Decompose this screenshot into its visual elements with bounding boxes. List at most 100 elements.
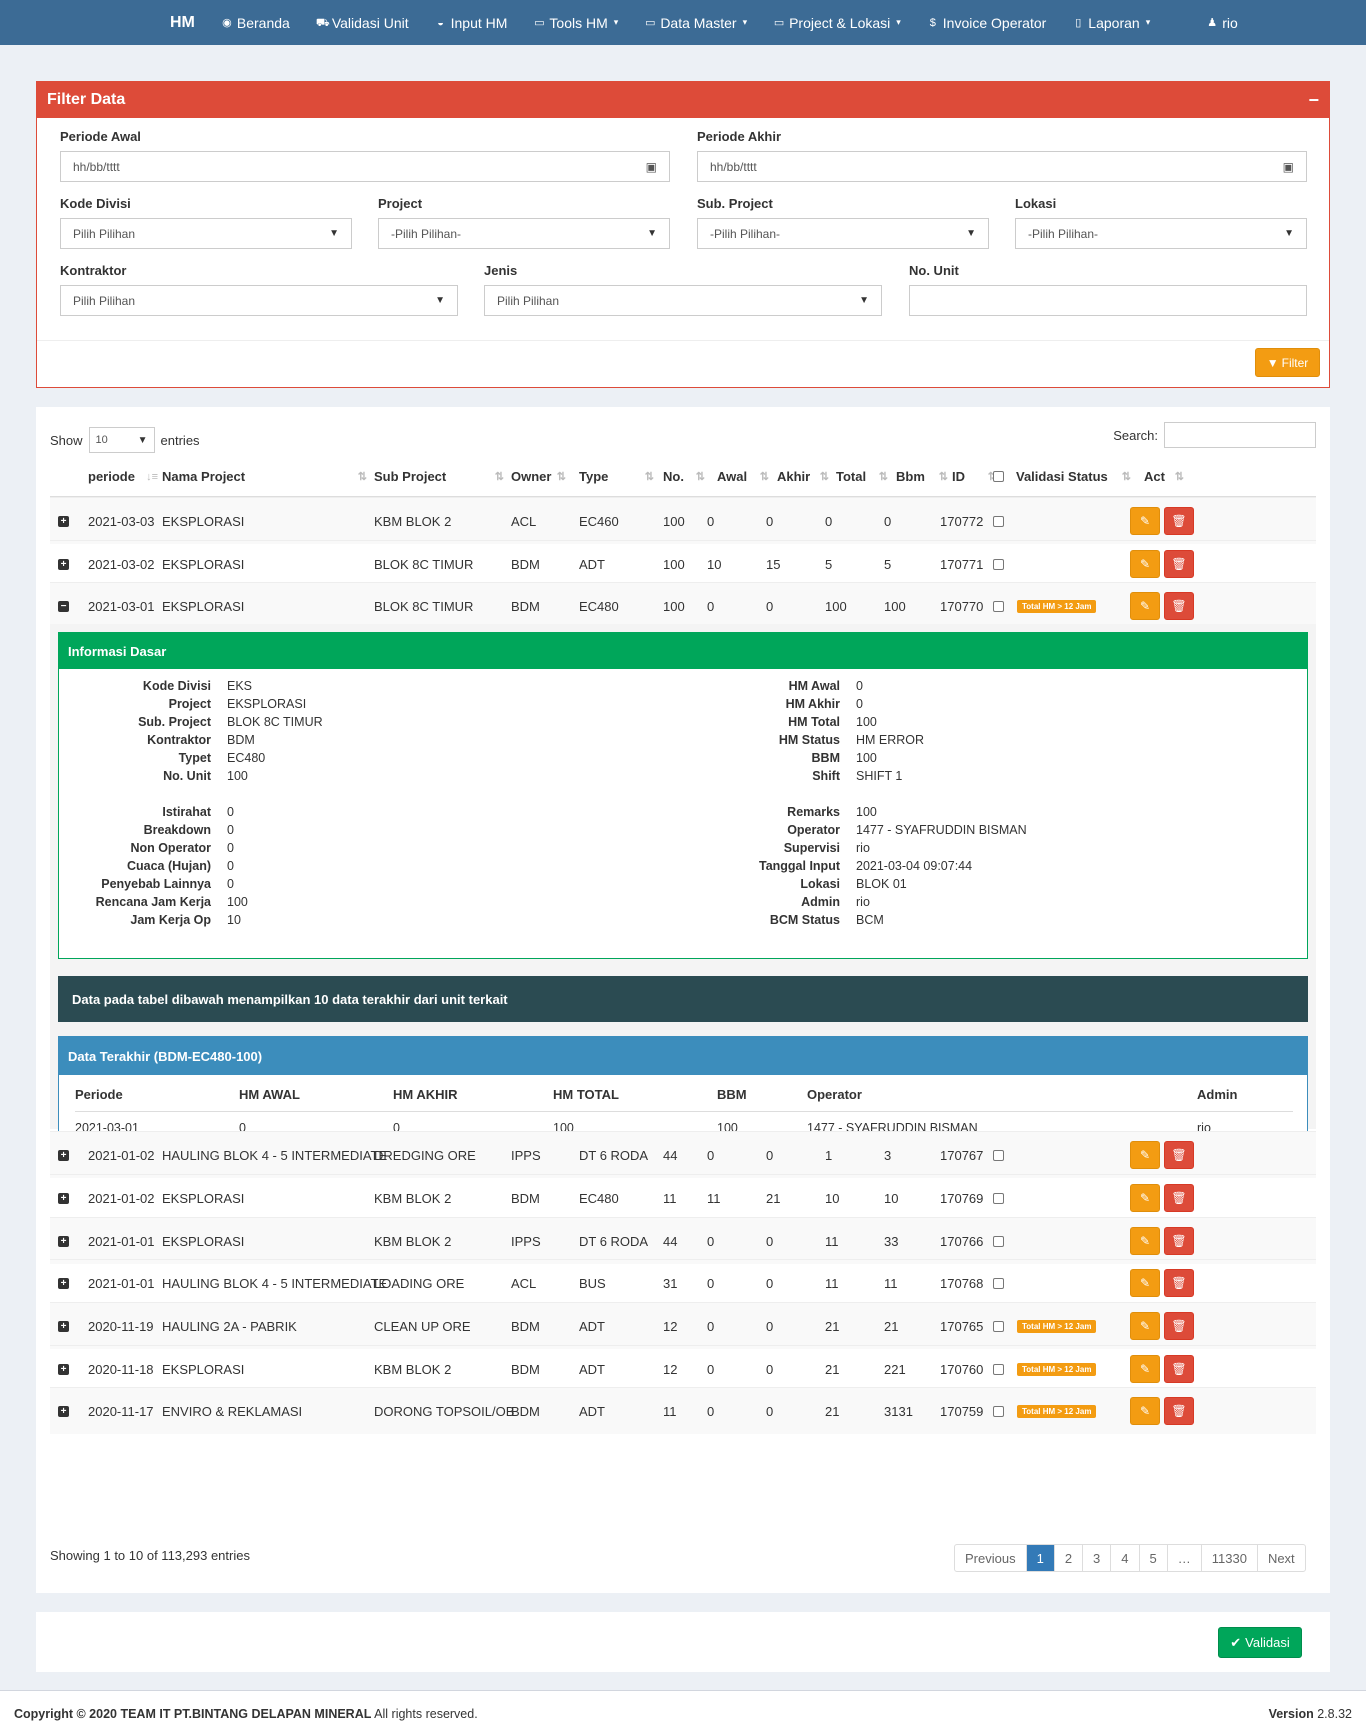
row-checkbox[interactable] [993, 1346, 1004, 1392]
table-row[interactable]: +2021-03-02 EKSPLORASI BLOK 8C TIMUR BDM ADT… [50, 540, 1316, 587]
expand-toggle[interactable]: + [58, 1303, 69, 1349]
expand-toggle[interactable]: + [58, 1218, 69, 1264]
edit-button[interactable]: ✎ [1130, 1355, 1160, 1383]
select-all-checkbox[interactable] [993, 457, 1005, 496]
kontraktor-select[interactable]: Pilih Pilihan ▼ [60, 285, 458, 316]
nav-item-rio[interactable]: ♟ rio [1206, 15, 1238, 31]
column-header-total[interactable]: Total ⇅ [836, 457, 888, 496]
page-link[interactable]: Next [1256, 1545, 1305, 1571]
jenis-select[interactable]: Pilih Pilihan ▼ [484, 285, 882, 316]
table-row[interactable]: − 2021-03-01 EKSPLORASI BLOK 8C TIMUR BDM EC4… [50, 582, 1316, 629]
delete-button[interactable]: 🗑 [1164, 507, 1194, 535]
cell-akhir: 0 [766, 1403, 774, 1419]
edit-button[interactable]: ✎ [1130, 550, 1160, 578]
table-row[interactable]: +2021-01-01 HAULING BLOK 4 - 5 INTERMEDIA… [50, 1259, 1316, 1306]
brand-logo[interactable]: HM [170, 14, 195, 32]
nav-item-beranda[interactable]: ◉ Beranda [221, 15, 290, 31]
edit-button[interactable]: ✎ [1130, 1184, 1160, 1212]
kode-divisi-select[interactable]: Pilih Pilihan ▼ [60, 218, 352, 249]
row-checkbox[interactable] [993, 1175, 1004, 1221]
lokasi-select[interactable]: -Pilih Pilihan- ▼ [1015, 218, 1307, 249]
row-checkbox[interactable] [993, 583, 1004, 629]
nav-item-laporan[interactable]: ▯ Laporan ▾ [1072, 15, 1150, 31]
table-row[interactable]: +2021-01-02 EKSPLORASI KBM BLOK 2 BDM EC480 1… [50, 1174, 1316, 1221]
row-checkbox[interactable] [993, 1218, 1004, 1264]
edit-button[interactable]: ✎ [1130, 1269, 1160, 1297]
column-header-nama-project[interactable]: Nama Project ⇅ [162, 457, 367, 496]
column-header-bbm[interactable]: Bbm ⇅ [896, 457, 948, 496]
table-row[interactable]: +2021-01-02 HAULING BLOK 4 - 5 INTERMEDIA… [50, 1131, 1316, 1178]
row-checkbox[interactable] [993, 541, 1004, 587]
table-row[interactable]: +2020-11-18 EKSPLORASI KBM BLOK 2 BDM ADT 12 0… [50, 1345, 1316, 1392]
column-header-owner[interactable]: Owner ⇅ [511, 457, 566, 496]
page-link[interactable]: 11330 [1200, 1545, 1257, 1571]
expand-toggle[interactable]: − [58, 583, 69, 629]
expand-toggle[interactable]: + [58, 1132, 69, 1178]
page-link[interactable]: 4 [1110, 1545, 1138, 1571]
delete-button[interactable]: 🗑 [1164, 1184, 1194, 1212]
column-header-act[interactable]: Act ⇅ [1144, 457, 1184, 496]
validasi-button[interactable]: ✔ Validasi [1218, 1627, 1302, 1658]
delete-button[interactable]: 🗑 [1164, 1141, 1194, 1169]
search-input[interactable] [1164, 422, 1316, 448]
periode-akhir-input[interactable]: hh/bb/tttt ▣ [697, 151, 1307, 182]
column-header-id[interactable]: ID⇅ [952, 457, 997, 496]
calendar-icon[interactable]: ▣ [1283, 160, 1294, 174]
nav-item-tools-hm[interactable]: ▭ Tools HM ▾ [533, 15, 618, 31]
delete-button[interactable]: 🗑 [1164, 1227, 1194, 1255]
column-header-type[interactable]: Type ⇅ [579, 457, 654, 496]
column-header-periode[interactable]: periode ↓≡ [88, 457, 158, 496]
table-row[interactable]: +2020-11-19 HAULING 2A - PABRIK CLEAN UP O… [50, 1302, 1316, 1349]
delete-button[interactable]: 🗑 [1164, 1397, 1194, 1425]
edit-button[interactable]: ✎ [1130, 1312, 1160, 1340]
expand-toggle[interactable]: + [58, 1346, 69, 1392]
nav-item-data-master[interactable]: ▭ Data Master ▾ [644, 15, 747, 31]
page-link[interactable]: 5 [1138, 1545, 1167, 1571]
expand-toggle[interactable]: + [58, 498, 69, 544]
row-checkbox[interactable] [993, 498, 1004, 544]
periode-awal-input[interactable]: hh/bb/tttt ▣ [60, 151, 670, 182]
project-select[interactable]: -Pilih Pilihan- ▼ [378, 218, 670, 249]
row-checkbox[interactable] [993, 1260, 1004, 1306]
edit-button[interactable]: ✎ [1130, 1397, 1160, 1425]
page-link[interactable]: … [1166, 1545, 1201, 1571]
edit-button[interactable]: ✎ [1130, 507, 1160, 535]
edit-button[interactable]: ✎ [1130, 1141, 1160, 1169]
column-header-sub-project[interactable]: Sub Project ⇅ [374, 457, 504, 496]
nav-item-validasi-unit[interactable]: ⛟ Validasi Unit [316, 15, 409, 31]
column-header-awal[interactable]: Awal ⇅ [717, 457, 769, 496]
calendar-icon[interactable]: ▣ [646, 160, 657, 174]
column-header-no-[interactable]: No. ⇅ [663, 457, 705, 496]
expand-toggle[interactable]: + [58, 541, 69, 587]
row-checkbox[interactable] [993, 1388, 1004, 1434]
table-row[interactable]: +2020-11-17 ENVIRO & REKLAMASI DORONG TOPS… [50, 1387, 1316, 1434]
sub-project-select[interactable]: -Pilih Pilihan- ▼ [697, 218, 989, 249]
delete-button[interactable]: 🗑 [1164, 592, 1194, 620]
page-link[interactable]: 1 [1025, 1545, 1054, 1571]
nav-item-invoice-operator[interactable]: $ Invoice Operator [927, 15, 1047, 31]
expand-toggle[interactable]: + [58, 1388, 69, 1434]
delete-button[interactable]: 🗑 [1164, 1355, 1194, 1383]
expand-toggle[interactable]: + [58, 1260, 69, 1306]
delete-button[interactable]: 🗑 [1164, 1312, 1194, 1340]
edit-button[interactable]: ✎ [1130, 592, 1160, 620]
no-unit-input[interactable] [909, 285, 1307, 316]
page-link[interactable]: Previous [955, 1545, 1026, 1571]
row-checkbox[interactable] [993, 1303, 1004, 1349]
edit-button[interactable]: ✎ [1130, 1227, 1160, 1255]
nav-item-input-hm[interactable]: ◒ Input HM [435, 15, 507, 31]
table-row[interactable]: +2021-03-03 EKSPLORASI KBM BLOK 2 ACL EC460 1… [50, 497, 1316, 544]
column-header-akhir[interactable]: Akhir ⇅ [777, 457, 829, 496]
expand-toggle[interactable]: + [58, 1175, 69, 1221]
page-link[interactable]: 3 [1082, 1545, 1110, 1571]
nav-item-project-lokasi[interactable]: ▭ Project & Lokasi ▾ [773, 15, 901, 31]
delete-button[interactable]: 🗑 [1164, 550, 1194, 578]
entries-select[interactable]: 10 ▼ [88, 427, 155, 453]
collapse-icon[interactable]: − [1308, 90, 1319, 111]
filter-button[interactable]: ▼ Filter [1255, 348, 1320, 377]
page-link[interactable]: 2 [1053, 1545, 1082, 1571]
delete-button[interactable]: 🗑 [1164, 1269, 1194, 1297]
table-row[interactable]: +2021-01-01 EKSPLORASI KBM BLOK 2 IPPS DT 6 … [50, 1217, 1316, 1264]
column-header-validasi-status[interactable]: Validasi Status ⇅ [1016, 457, 1131, 496]
row-checkbox[interactable] [993, 1132, 1004, 1178]
